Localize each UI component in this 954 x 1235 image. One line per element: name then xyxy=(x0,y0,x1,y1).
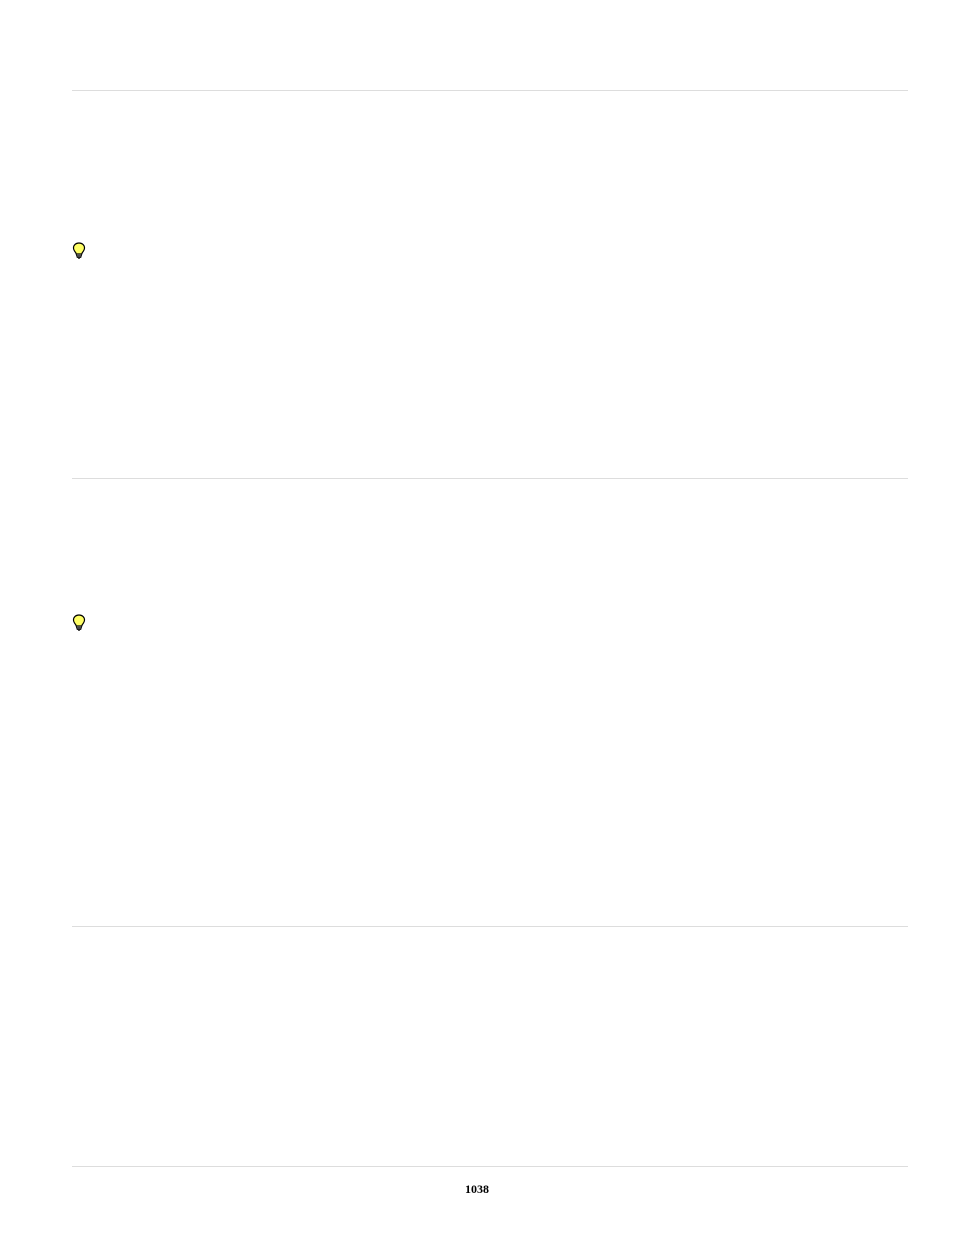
page-number: 1038 xyxy=(465,1182,489,1197)
horizontal-rule xyxy=(72,478,908,479)
horizontal-rule xyxy=(72,90,908,91)
lightbulb-icon xyxy=(72,242,86,260)
horizontal-rule xyxy=(72,1166,908,1167)
horizontal-rule xyxy=(72,926,908,927)
document-page: 1038 xyxy=(0,0,954,1235)
lightbulb-icon xyxy=(72,614,86,632)
